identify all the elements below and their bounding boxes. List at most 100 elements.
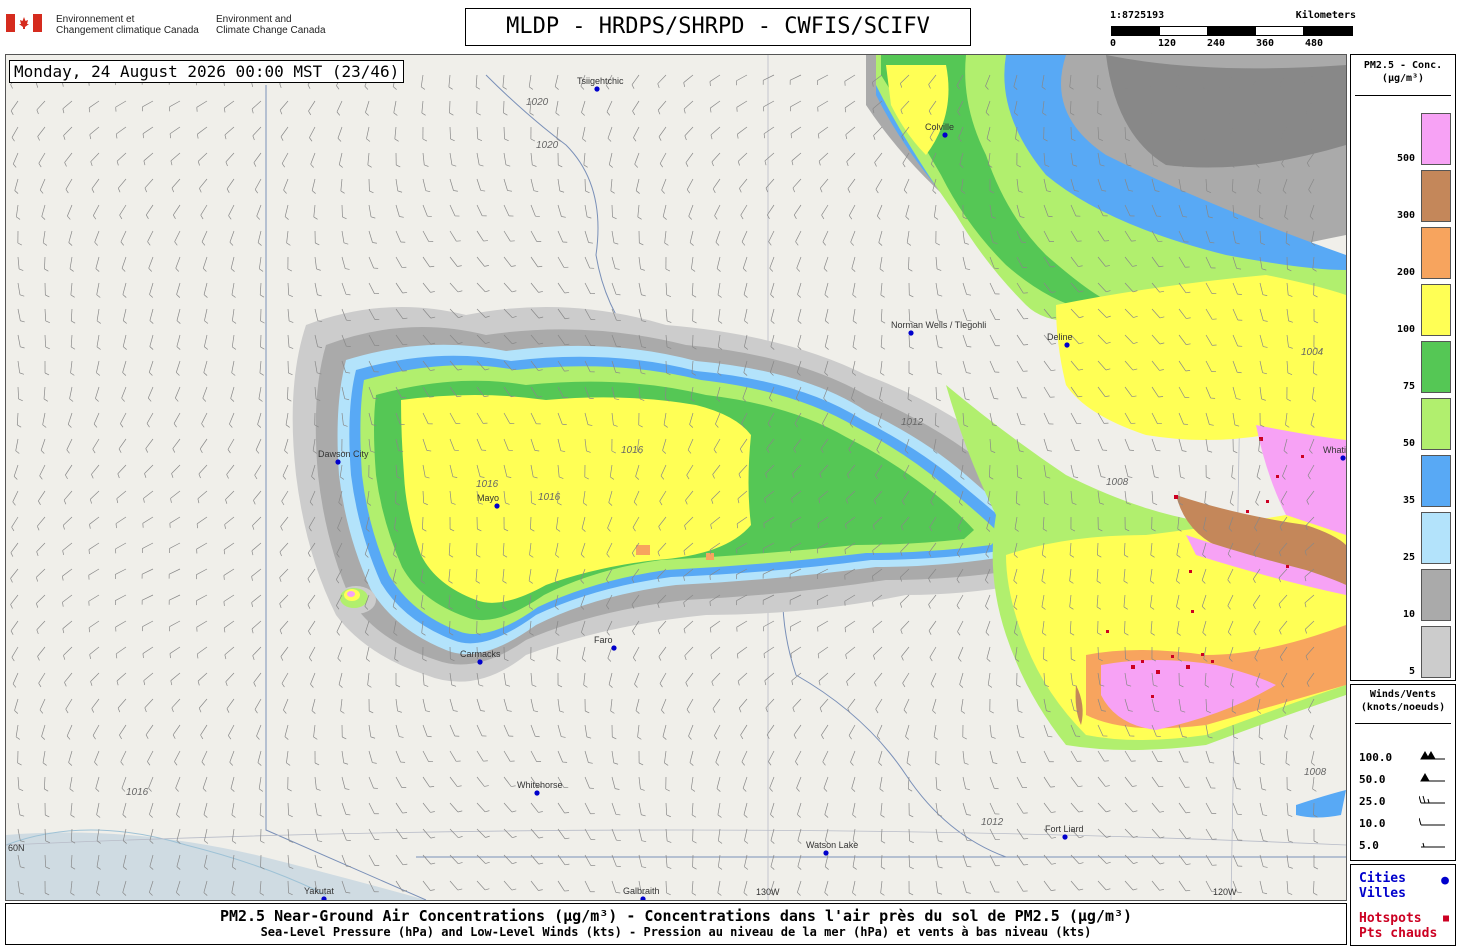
wind-barb — [906, 230, 912, 246]
wind-barb — [281, 490, 289, 506]
city-marker — [823, 850, 829, 856]
wind-barb — [314, 230, 320, 246]
wind-barb — [39, 178, 46, 194]
wind-barb — [232, 308, 237, 324]
wind-barb — [962, 724, 967, 740]
wind-barb — [146, 412, 154, 428]
wind-barb — [770, 282, 775, 298]
wind-barb — [173, 412, 181, 428]
wind-barb — [1070, 464, 1079, 479]
wind-barb — [258, 776, 264, 792]
wind-barb — [17, 776, 24, 791]
wind-barb — [449, 282, 463, 293]
city-label: Fort Liard — [1045, 824, 1084, 834]
wind-barb — [36, 594, 46, 608]
wind-barb — [16, 204, 21, 220]
wind-barb — [1255, 490, 1261, 506]
wind-barb — [1178, 464, 1185, 479]
legend-swatch — [1421, 113, 1451, 165]
wind-barb — [62, 620, 73, 634]
legend-swatch — [1421, 227, 1451, 279]
scale-tick: 120 — [1158, 38, 1177, 49]
map-svg[interactable]: 1020 1020 1016 1016 1016 1016 1012 1012 … — [6, 55, 1346, 900]
wind-barb — [822, 750, 829, 766]
wind-barb — [611, 854, 621, 867]
wind-barb — [10, 594, 19, 609]
wind-barb — [172, 438, 181, 453]
wind-barb — [1178, 854, 1191, 865]
wind-barb — [230, 776, 235, 792]
wind-barb — [148, 360, 154, 376]
wind-barb — [962, 256, 971, 271]
wind-barb — [1313, 828, 1319, 844]
wind-barb — [1124, 438, 1134, 451]
legend-level-label: 75 — [1402, 381, 1415, 392]
wind-barb — [878, 230, 883, 246]
wind-barb — [96, 282, 101, 298]
wind-barb — [224, 646, 235, 660]
wind-barb — [395, 828, 408, 840]
wind-barb — [1043, 880, 1056, 891]
wind-barb — [147, 750, 154, 766]
wind-barb — [742, 776, 748, 792]
wind-barb — [90, 152, 100, 167]
wind-barb — [196, 620, 208, 632]
wind-barb — [503, 100, 508, 116]
wind-barb — [715, 230, 721, 246]
wind-barb — [260, 334, 265, 350]
wind-barb — [287, 256, 293, 272]
wind-barb — [175, 256, 181, 272]
wind-barb — [638, 776, 645, 791]
legend-level-label: 100 — [1396, 324, 1415, 335]
wind-barb — [530, 204, 540, 217]
wind-barb — [65, 178, 73, 194]
wind-barb — [873, 646, 883, 660]
wind-barb — [395, 256, 407, 268]
legend-level-label: 500 — [1396, 153, 1415, 164]
wind-barb — [1070, 802, 1084, 813]
city-marker — [534, 790, 540, 796]
wind-barb — [11, 516, 19, 532]
wind-barb — [279, 542, 289, 557]
wind-barb — [637, 724, 642, 740]
isobar-label: 1004 — [1301, 347, 1324, 358]
wind-barb — [503, 854, 517, 865]
wind-barb — [279, 594, 289, 608]
wind-barb — [88, 100, 100, 113]
wind-barb — [281, 672, 289, 688]
wind-barb — [117, 178, 127, 193]
wind-barb — [142, 646, 154, 659]
wind-barb — [740, 724, 748, 740]
wind-barb — [661, 698, 667, 714]
wind-barb — [115, 620, 127, 632]
wind-barb — [528, 74, 534, 90]
city-label: Colville — [925, 122, 954, 132]
wind-barb — [608, 672, 613, 688]
wind-barb — [688, 724, 694, 740]
wind-barb — [395, 152, 401, 168]
hotspot-square-icon: ■ — [1442, 913, 1449, 924]
wind-barb — [258, 386, 263, 402]
wind-barb — [394, 126, 399, 142]
wind-row-label: 10.0 — [1359, 817, 1386, 830]
map-canvas[interactable]: 1020 1020 1016 1016 1016 1016 1012 1012 … — [5, 54, 1347, 901]
city-marker — [1064, 342, 1070, 348]
wind-barb — [143, 672, 154, 686]
wind-barb — [89, 126, 100, 140]
wind-barb — [768, 230, 775, 246]
wind-barb — [763, 646, 775, 659]
wind-barb — [11, 646, 19, 662]
legend-level-label: 300 — [1396, 210, 1415, 221]
wind-barb — [308, 646, 316, 662]
wind-barb — [368, 802, 379, 815]
wind-barb — [1178, 776, 1190, 788]
wind-barb — [476, 100, 481, 116]
wind-barb — [763, 100, 775, 112]
wind-barb — [284, 438, 289, 454]
wind-barb — [197, 490, 208, 504]
wind-barb — [737, 672, 748, 686]
wind-barb — [928, 620, 937, 635]
wind-barb — [476, 880, 490, 891]
wind-barb — [197, 126, 208, 139]
wind-barb — [823, 256, 829, 272]
